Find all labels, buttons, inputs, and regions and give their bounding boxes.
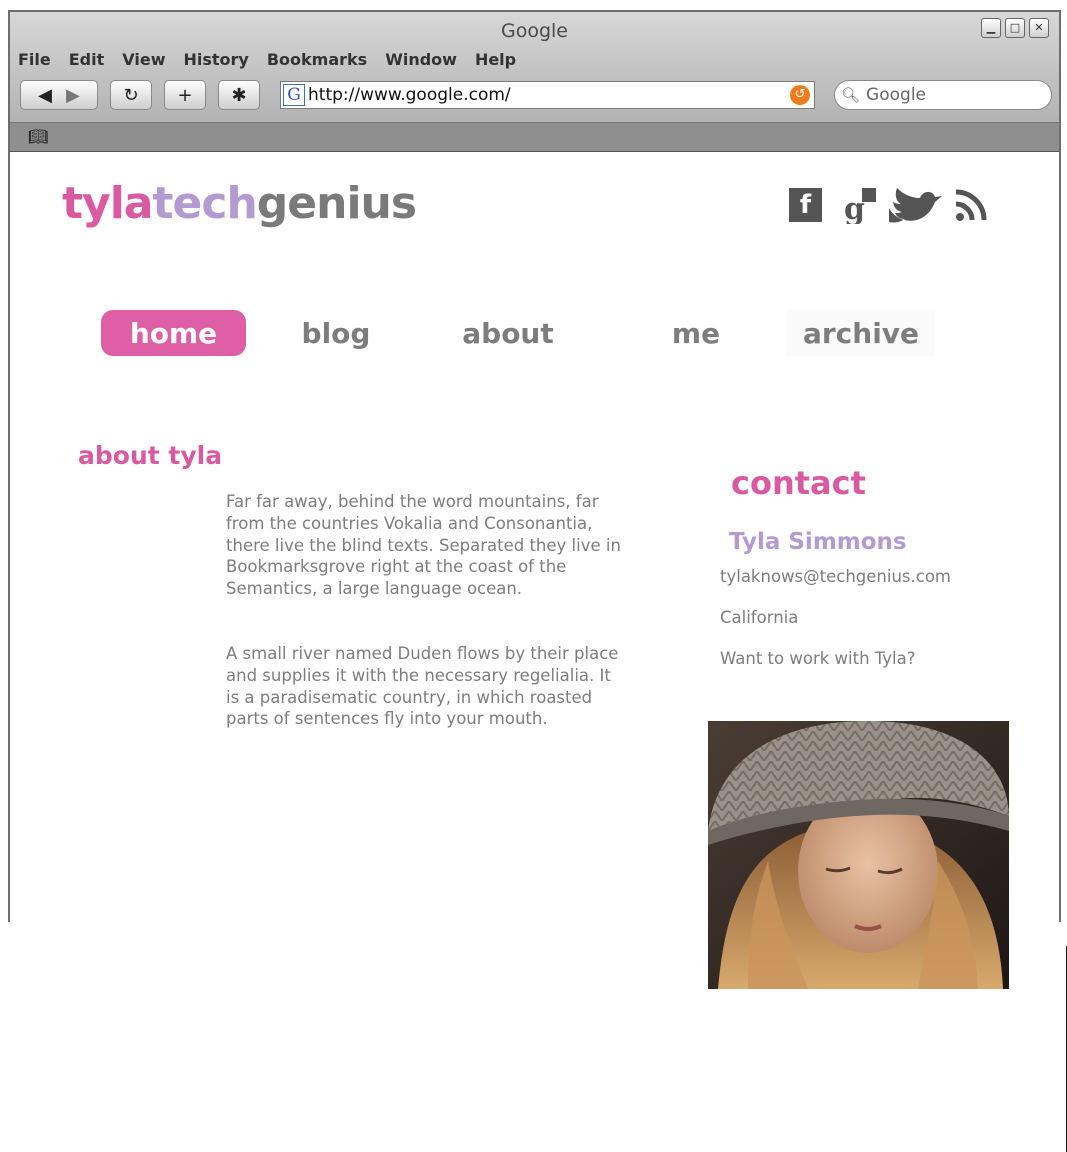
snapback-icon[interactable]: ↺ (790, 85, 810, 105)
profile-photo (708, 721, 1009, 989)
bookmarks-bar: 📖︎ (10, 122, 1059, 152)
menu-file[interactable]: File (18, 50, 51, 69)
maximize-button[interactable]: □ (1005, 18, 1025, 38)
plus-icon: + (177, 84, 193, 106)
back-forward-buttons: ◀ ▶ (20, 80, 98, 110)
contact-location: California (720, 608, 799, 627)
reload-button[interactable]: ↻ (110, 80, 152, 110)
site-logo[interactable]: tylatechgenius (62, 178, 417, 229)
nav-blog[interactable]: blog (290, 310, 382, 356)
bug-icon: ✱ (231, 84, 247, 106)
about-paragraph-2: A small river named Duden flows by their… (226, 644, 619, 729)
rss-icon[interactable] (955, 188, 987, 222)
reload-icon: ↻ (123, 84, 139, 106)
nav-home[interactable]: home (101, 310, 246, 356)
nav-archive[interactable]: archive (787, 310, 935, 356)
logo-part-genius: genius (256, 178, 417, 229)
menu-history[interactable]: History (183, 50, 248, 69)
close-button[interactable]: ✕ (1029, 18, 1049, 38)
logo-part-tech: tech (152, 178, 258, 229)
menu-bar: File Edit View History Bookmarks Window … (18, 50, 516, 69)
forward-arrow-icon[interactable]: ▶ (66, 85, 80, 106)
url-text[interactable]: http://www.google.com/ (308, 85, 511, 105)
contact-email-link[interactable]: tylaknows@techgenius.com (720, 567, 951, 586)
add-bookmark-button[interactable]: + (164, 80, 206, 110)
bug-report-button[interactable]: ✱ (218, 80, 260, 110)
search-placeholder: Google (866, 85, 926, 105)
about-heading: about tyla (78, 441, 223, 470)
minimize-button[interactable]: ▁ (981, 18, 1001, 38)
google-plus-icon[interactable]: g (842, 188, 876, 224)
contact-heading: contact (731, 464, 866, 502)
address-bar[interactable]: G http://www.google.com/ ↺ (280, 81, 815, 109)
browser-toolbar: ◀ ▶ ↻ + ✱ G http://www.google.com/ ↺ 🔍︎ … (20, 78, 1052, 114)
nav-me[interactable]: me (660, 310, 732, 356)
window-controls: ▁ □ ✕ (981, 18, 1049, 38)
window-title: Google (500, 20, 568, 42)
menu-bookmarks[interactable]: Bookmarks (267, 50, 367, 69)
nav-about[interactable]: about (448, 310, 568, 356)
menu-view[interactable]: View (122, 50, 165, 69)
menu-window[interactable]: Window (385, 50, 457, 69)
bookmarks-book-icon[interactable]: 📖︎ (28, 127, 48, 146)
twitter-icon[interactable] (887, 188, 943, 228)
browser-chrome: Google ▁ □ ✕ File Edit View History Book… (10, 12, 1059, 152)
facebook-icon[interactable]: f (789, 188, 822, 222)
svg-text:g: g (844, 192, 865, 224)
contact-name: Tyla Simmons (729, 529, 907, 555)
menu-edit[interactable]: Edit (69, 50, 105, 69)
search-field[interactable]: 🔍︎ Google (834, 80, 1052, 110)
back-arrow-icon[interactable]: ◀ (38, 85, 52, 106)
about-paragraph-1: Far far away, behind the word mountains,… (226, 492, 621, 599)
menu-help[interactable]: Help (475, 50, 516, 69)
logo-part-tyla: tyla (62, 178, 153, 229)
google-favicon-icon: G (283, 84, 305, 106)
work-with-tyla-link[interactable]: Want to work with Tyla? (720, 649, 916, 668)
search-icon: 🔍︎ (841, 86, 861, 104)
